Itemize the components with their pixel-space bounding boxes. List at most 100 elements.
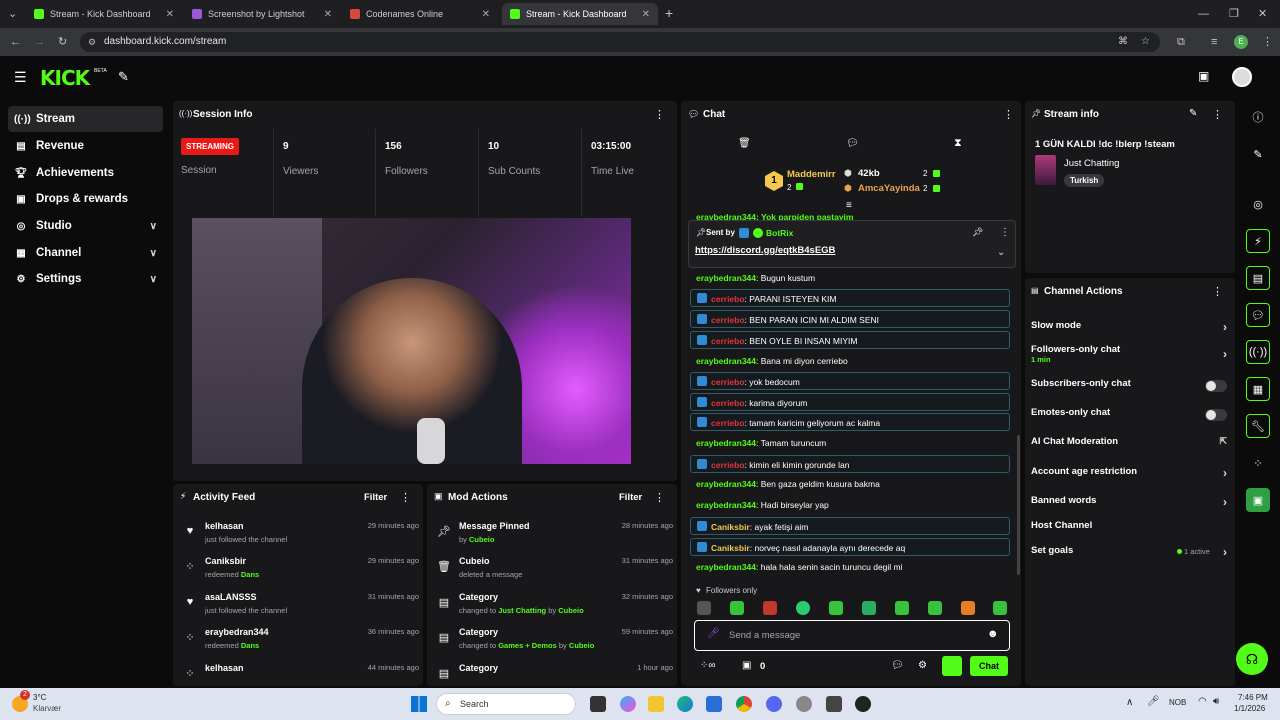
emote-icon[interactable] xyxy=(993,601,1007,615)
list-icon[interactable]: ▤ xyxy=(1246,266,1270,290)
copilot-icon[interactable] xyxy=(620,696,636,712)
task-view-icon[interactable] xyxy=(590,696,606,712)
points-icon[interactable]: ⁘ xyxy=(1246,451,1270,475)
reload-icon[interactable]: ↻ xyxy=(58,35,67,49)
store-icon[interactable] xyxy=(706,696,722,712)
language-indicator[interactable]: NOB xyxy=(1169,698,1186,707)
leaderboard-second-user[interactable]: AmcaYayinda xyxy=(858,183,920,194)
broadcast-icon[interactable]: ((·)) xyxy=(1246,340,1270,364)
list-item[interactable]: 🗑︎ Cubeio deleted a message 31 minutes a… xyxy=(437,556,673,590)
taskbar-search[interactable]: ⌕ Search xyxy=(436,693,576,715)
stream-preview-video[interactable] xyxy=(192,218,631,464)
language-tag[interactable]: Turkish xyxy=(1064,174,1105,187)
list-item[interactable]: ▤ Category changed to Games + Demos by C… xyxy=(437,627,673,661)
sidebar-item-stream[interactable]: ((·)) Stream xyxy=(8,106,163,132)
list-item[interactable]: 📌︎ Message Pinned by Cubeio 28 minutes a… xyxy=(437,521,673,555)
filter-button[interactable]: Filter xyxy=(619,492,642,503)
discord-icon[interactable] xyxy=(766,696,782,712)
chat-username[interactable]: cerriebo xyxy=(711,460,745,470)
more-options-icon[interactable]: ⋮ xyxy=(654,108,665,121)
new-tab-icon[interactable]: + xyxy=(665,6,673,20)
emotes-only-toggle[interactable] xyxy=(1205,409,1227,421)
mod-action-title[interactable]: Cubeio xyxy=(459,556,490,566)
minimize-icon[interactable]: — xyxy=(1198,7,1209,21)
chat-username[interactable]: cerriebo xyxy=(711,336,745,346)
host-channel-row[interactable]: Host Channel xyxy=(1031,520,1227,538)
emote-icon[interactable] xyxy=(961,601,975,615)
close-icon[interactable]: ✕ xyxy=(324,9,332,20)
browser-menu-icon[interactable]: ⋮ xyxy=(1262,35,1273,49)
sidebar-item-revenue[interactable]: ▤ Revenue xyxy=(8,133,163,159)
more-options-icon[interactable]: ⋮ xyxy=(1212,108,1223,121)
user-avatar[interactable] xyxy=(1232,67,1252,87)
pinned-sender[interactable]: BotRix xyxy=(766,228,793,238)
slow-mode-row[interactable]: Slow mode › xyxy=(1031,320,1227,338)
more-options-icon[interactable]: ⋮ xyxy=(1003,108,1014,121)
camera-icon[interactable]: ◎ xyxy=(1246,192,1270,216)
kick-bot-icon[interactable] xyxy=(942,656,962,676)
extensions-icon[interactable]: ⧉ xyxy=(1177,35,1185,49)
rewards-icon[interactable]: ▣ xyxy=(742,660,751,671)
hourglass-icon[interactable]: ⧗ xyxy=(954,137,962,150)
microphone-icon[interactable]: 🎤︎ xyxy=(707,628,720,639)
close-icon[interactable]: ✕ xyxy=(166,9,174,20)
edit-icon[interactable]: ✎ xyxy=(1246,142,1270,166)
tab-search-icon[interactable]: ⌄ xyxy=(8,7,17,21)
chat-message[interactable]: cerriebo: yok bedocum xyxy=(690,372,1010,390)
chat-message[interactable]: cerriebo: kimin eli kimin gorunde lan xyxy=(690,455,1010,473)
maximize-icon[interactable]: ❐ xyxy=(1229,7,1239,21)
chat-bubble-icon[interactable]: 💬︎ xyxy=(1246,303,1270,327)
more-options-icon[interactable]: ⋮ xyxy=(400,491,411,504)
edge-icon[interactable] xyxy=(677,696,693,712)
chat-message[interactable]: eraybedran344: Bugun kustum xyxy=(690,269,1010,287)
pinned-message[interactable]: 📌︎ Sent by BotRix 📌︎ ⋮ https://discord.g… xyxy=(688,220,1016,268)
chrome-icon[interactable] xyxy=(736,696,752,712)
moderation-icon[interactable]: ▦ xyxy=(1246,377,1270,401)
chat-username[interactable]: eraybedran344 xyxy=(696,562,756,572)
chat-username[interactable]: eraybedran344 xyxy=(696,356,756,366)
filter-button[interactable]: Filter xyxy=(364,492,387,503)
clock-date[interactable]: 1/1/2026 xyxy=(1234,704,1265,713)
chat-message[interactable]: cerriebo: tamam karicim geliyorum ac kal… xyxy=(690,413,1010,431)
windows-start-icon[interactable] xyxy=(411,696,427,712)
translate-icon[interactable]: ⌘ xyxy=(1118,32,1128,52)
chat-scrollbar[interactable] xyxy=(1017,435,1020,575)
tray-chevron-icon[interactable]: ∧ xyxy=(1126,697,1133,708)
ai-moderation-row[interactable]: AI Chat Moderation ⇱ xyxy=(1031,436,1227,454)
filter-lines-icon[interactable]: ≡ xyxy=(846,200,852,211)
hamburger-menu-icon[interactable]: ☰ xyxy=(14,69,27,86)
edit-icon[interactable]: ✎ xyxy=(1189,108,1197,119)
gear-icon[interactable]: ⚙ xyxy=(918,660,927,671)
chat-message[interactable]: eraybedran344: hala hala senin sacin tur… xyxy=(690,558,1010,576)
kick-logo[interactable]: KICK xyxy=(40,66,90,90)
list-item[interactable]: ⁘ eraybedran344 redeemed Dans 36 minutes… xyxy=(183,627,419,661)
chat-message[interactable]: Caniksbir: ayak fetişi aim xyxy=(690,517,1010,535)
app-icon[interactable] xyxy=(796,696,812,712)
close-icon[interactable]: ✕ xyxy=(642,9,650,20)
more-options-icon[interactable]: ⋮ xyxy=(1000,227,1010,238)
chat-username[interactable]: cerriebo xyxy=(711,398,745,408)
chevron-down-icon[interactable]: ⌄ xyxy=(997,247,1005,258)
sidebar-item-channel[interactable]: ▦ Channel ∨ xyxy=(8,240,163,266)
app-icon[interactable]: ▣ xyxy=(1246,488,1270,512)
file-explorer-icon[interactable] xyxy=(648,696,664,712)
emote-icon[interactable] xyxy=(928,601,942,615)
more-options-icon[interactable]: ⋮ xyxy=(1212,285,1223,298)
emote-icon[interactable] xyxy=(862,601,876,615)
sidebar-item-achievements[interactable]: 🏆︎ Achievements xyxy=(8,160,163,186)
subscribers-only-toggle[interactable] xyxy=(1205,380,1227,392)
chat-message[interactable]: eraybedran344: Ben gaza geldim kusura ba… xyxy=(690,475,1010,493)
chat-bubble-icon[interactable]: 💬︎ xyxy=(891,660,904,671)
close-icon[interactable]: ✕ xyxy=(482,9,490,20)
trash-icon[interactable]: 🗑︎ xyxy=(738,138,751,149)
chat-username[interactable]: cerriebo xyxy=(711,377,745,387)
chat-message[interactable]: eraybedran344: Tamam turuncum xyxy=(690,434,1010,452)
emote-icon[interactable] xyxy=(730,601,744,615)
url-input[interactable]: ⚙ dashboard.kick.com/stream ⌘ ☆ xyxy=(80,32,1160,52)
wifi-icon[interactable]: ◠ xyxy=(1198,696,1207,707)
clock-time[interactable]: 7:46 PM xyxy=(1238,693,1268,702)
info-icon[interactable]: ⓘ xyxy=(1246,105,1270,129)
emote-icon[interactable] xyxy=(895,601,909,615)
chat-message[interactable]: cerriebo: karima diyorum xyxy=(690,393,1010,411)
list-item[interactable]: ▤ Category changed to Just Chatting by C… xyxy=(437,592,673,626)
